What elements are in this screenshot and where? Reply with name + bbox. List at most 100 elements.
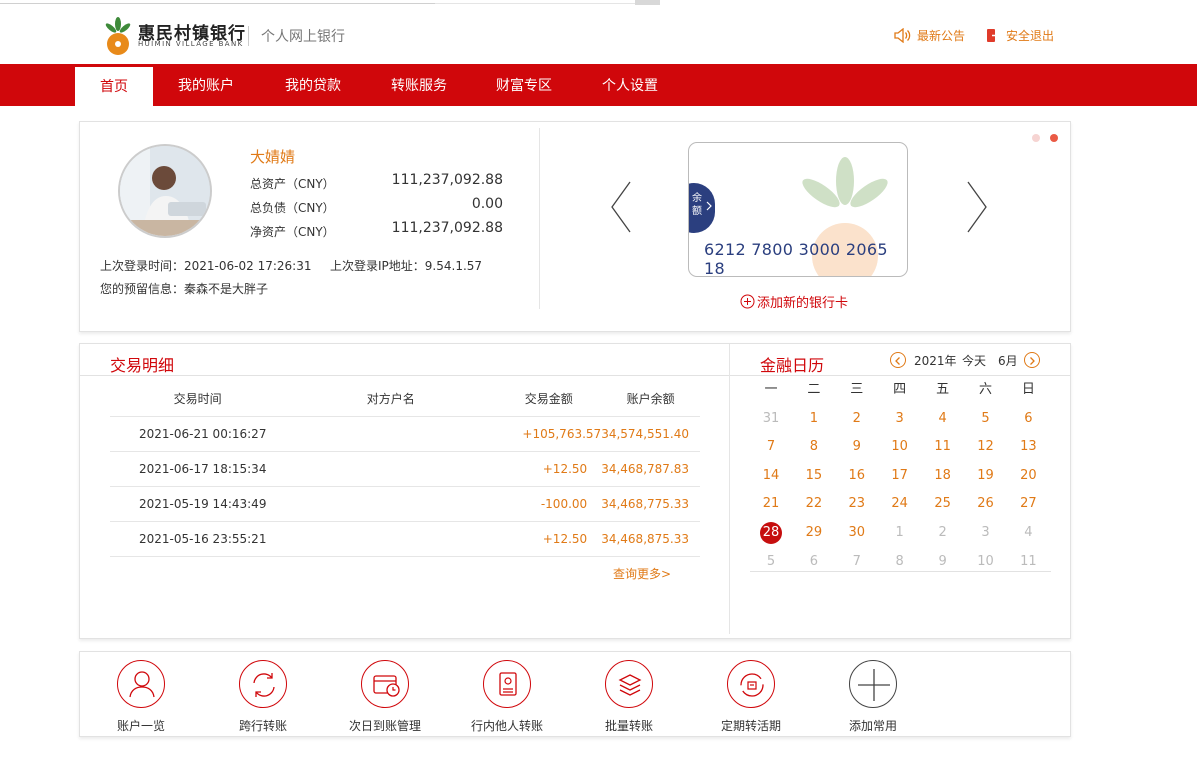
tx-party (285, 486, 497, 522)
tx-time: 2021-05-19 14:43:49 (110, 486, 286, 522)
calendar-day[interactable]: 15 (793, 462, 835, 490)
add-card-button[interactable]: 添加新的银行卡 (740, 292, 848, 311)
table-row[interactable]: 2021-06-21 00:16:27 +105,763.57 34,574,5… (110, 416, 700, 452)
tx-party (285, 416, 497, 452)
calendar-day[interactable]: 30 (836, 519, 878, 547)
nav-my-account[interactable]: 我的账户 (163, 64, 249, 106)
quick-link-intrabank-transfer[interactable]: 行内他人转账 (457, 660, 557, 734)
profile-panel: 大婧婧 总资产（CNY） 111,237,092.88 总负债（CNY） 0.0… (79, 121, 1071, 332)
calendar-day[interactable]: 18 (922, 462, 964, 490)
calendar-today-button[interactable]: 今天 (962, 352, 986, 369)
chevron-left-icon (895, 357, 900, 365)
calendar-day[interactable]: 12 (965, 433, 1007, 461)
nav-my-loans[interactable]: 我的贷款 (270, 64, 356, 106)
col-header-amount: 交易金额 (496, 382, 602, 417)
cycle-icon (727, 660, 775, 708)
table-row[interactable]: 2021-05-16 23:55:21 +12.50 34,468,875.33 (110, 521, 700, 557)
table-row[interactable]: 2021-05-19 14:43:49 -100.00 34,468,775.3… (110, 486, 700, 522)
calendar-day[interactable]: 10 (879, 433, 921, 461)
calendar-day[interactable]: 14 (750, 462, 792, 490)
table-row[interactable]: 2021-06-17 18:15:34 +12.50 34,468,787.83 (110, 451, 700, 487)
transactions-table: 交易时间 对方户名 交易金额 账户余额 2021-06-21 00:16:27 … (110, 382, 700, 557)
calendar-day[interactable]: 2 (922, 519, 964, 547)
carousel-dot-2[interactable] (1050, 134, 1058, 142)
calendar-day[interactable]: 20 (1007, 462, 1049, 490)
calendar-weekday: 二 (807, 382, 821, 397)
quick-link-label: 跨行转账 (238, 719, 287, 733)
calendar-day[interactable]: 3 (879, 405, 921, 433)
total-debt-value: 0.00 (471, 196, 503, 212)
calendar-day-today[interactable]: 28 (750, 519, 792, 547)
calendar-day[interactable]: 25 (922, 490, 964, 518)
balance-tag[interactable]: 余 额 (689, 183, 715, 233)
calendar-prev-button[interactable] (890, 352, 906, 368)
calendar-day[interactable]: 9 (836, 433, 878, 461)
calendar-day[interactable]: 8 (793, 433, 835, 461)
calendar-day[interactable]: 11 (922, 433, 964, 461)
calendar-day[interactable]: 16 (836, 462, 878, 490)
quick-link-account-overview[interactable]: 账户一览 (91, 660, 191, 734)
net-assets-value: 111,237,092.88 (391, 220, 503, 236)
tx-balance: 34,468,775.33 (601, 486, 700, 522)
calendar-weekday: 六 (978, 382, 992, 397)
calendar-day[interactable]: 1 (879, 519, 921, 547)
last-ip-label: 上次登录IP地址： (330, 259, 425, 273)
calendar-day[interactable]: 31 (750, 405, 792, 433)
transactions-calendar-panel: 交易明细 交易时间 对方户名 交易金额 账户余额 2021-06-21 00:1… (79, 343, 1071, 639)
calendar-day[interactable]: 4 (922, 405, 964, 433)
nav-personal-settings[interactable]: 个人设置 (587, 64, 673, 106)
calendar-day[interactable]: 24 (879, 490, 921, 518)
calendar-month[interactable]: 6月 (998, 352, 1018, 369)
calendar-day[interactable]: 1 (793, 405, 835, 433)
calendar-next-button[interactable] (1024, 352, 1040, 368)
bank-card[interactable]: 余 额 6212 7800 3000 2065 18 (688, 142, 908, 277)
nav-wealth-zone[interactable]: 财富专区 (481, 64, 567, 106)
calendar-day[interactable]: 13 (1007, 433, 1049, 461)
calendar-day[interactable]: 7 (750, 433, 792, 461)
calendar-day[interactable]: 17 (879, 462, 921, 490)
nav-home[interactable]: 首页 (75, 67, 153, 106)
document-icon (483, 660, 531, 708)
calendar-day[interactable]: 22 (793, 490, 835, 518)
calendar-day[interactable]: 4 (1007, 519, 1049, 547)
carousel-dot-1[interactable] (1032, 134, 1040, 142)
calendar-day[interactable]: 29 (793, 519, 835, 547)
last-ip-info: 上次登录IP地址：9.54.1.57 (330, 257, 482, 274)
calendar-year[interactable]: 2021年 (914, 352, 957, 369)
quick-link-label: 定期转活期 (720, 719, 781, 733)
tx-balance: 34,468,787.83 (601, 451, 700, 487)
logout-link[interactable]: 安全退出 (986, 27, 1054, 44)
announcement-label: 最新公告 (917, 29, 966, 43)
tx-amount: -100.00 (496, 486, 602, 522)
calendar-day[interactable]: 5 (965, 405, 1007, 433)
card-next-arrow-icon[interactable] (966, 180, 988, 234)
calendar-day[interactable]: 2 (836, 405, 878, 433)
calendar-day[interactable]: 19 (965, 462, 1007, 490)
user-name: 大婧婧 (250, 148, 296, 166)
reserved-value: 秦森不是大胖子 (184, 282, 269, 296)
quick-link-batch-transfer[interactable]: 批量转账 (579, 660, 679, 734)
quick-link-add-favorite[interactable]: 添加常用 (823, 660, 923, 734)
card-prev-arrow-icon[interactable] (610, 180, 632, 234)
calendar-day[interactable]: 6 (1007, 405, 1049, 433)
transactions-title: 交易明细 (110, 356, 175, 375)
main-nav: 首页 我的账户 我的贷款 转账服务 财富专区 个人设置 (0, 64, 1197, 106)
quick-link-next-day-arrival[interactable]: 次日到账管理 (335, 660, 435, 734)
tx-party (285, 521, 497, 557)
announcement-link[interactable]: 最新公告 (894, 27, 965, 44)
calendar-weekday: 四 (893, 382, 907, 397)
quick-link-fixed-to-current[interactable]: 定期转活期 (701, 660, 801, 734)
calendar-divider (729, 344, 730, 634)
calendar-day[interactable]: 26 (965, 490, 1007, 518)
calendar-day[interactable]: 27 (1007, 490, 1049, 518)
calendar-day[interactable]: 3 (965, 519, 1007, 547)
calendar-day[interactable]: 23 (836, 490, 878, 518)
nav-transfer-service[interactable]: 转账服务 (376, 64, 462, 106)
query-more-link[interactable]: 查询更多> (613, 565, 671, 582)
bank-logo-icon (105, 17, 131, 55)
calendar-day[interactable]: 21 (750, 490, 792, 518)
avatar (118, 144, 212, 238)
quick-link-interbank-transfer[interactable]: 跨行转账 (213, 660, 313, 734)
user-icon (117, 660, 165, 708)
quick-link-label: 添加常用 (848, 719, 897, 733)
